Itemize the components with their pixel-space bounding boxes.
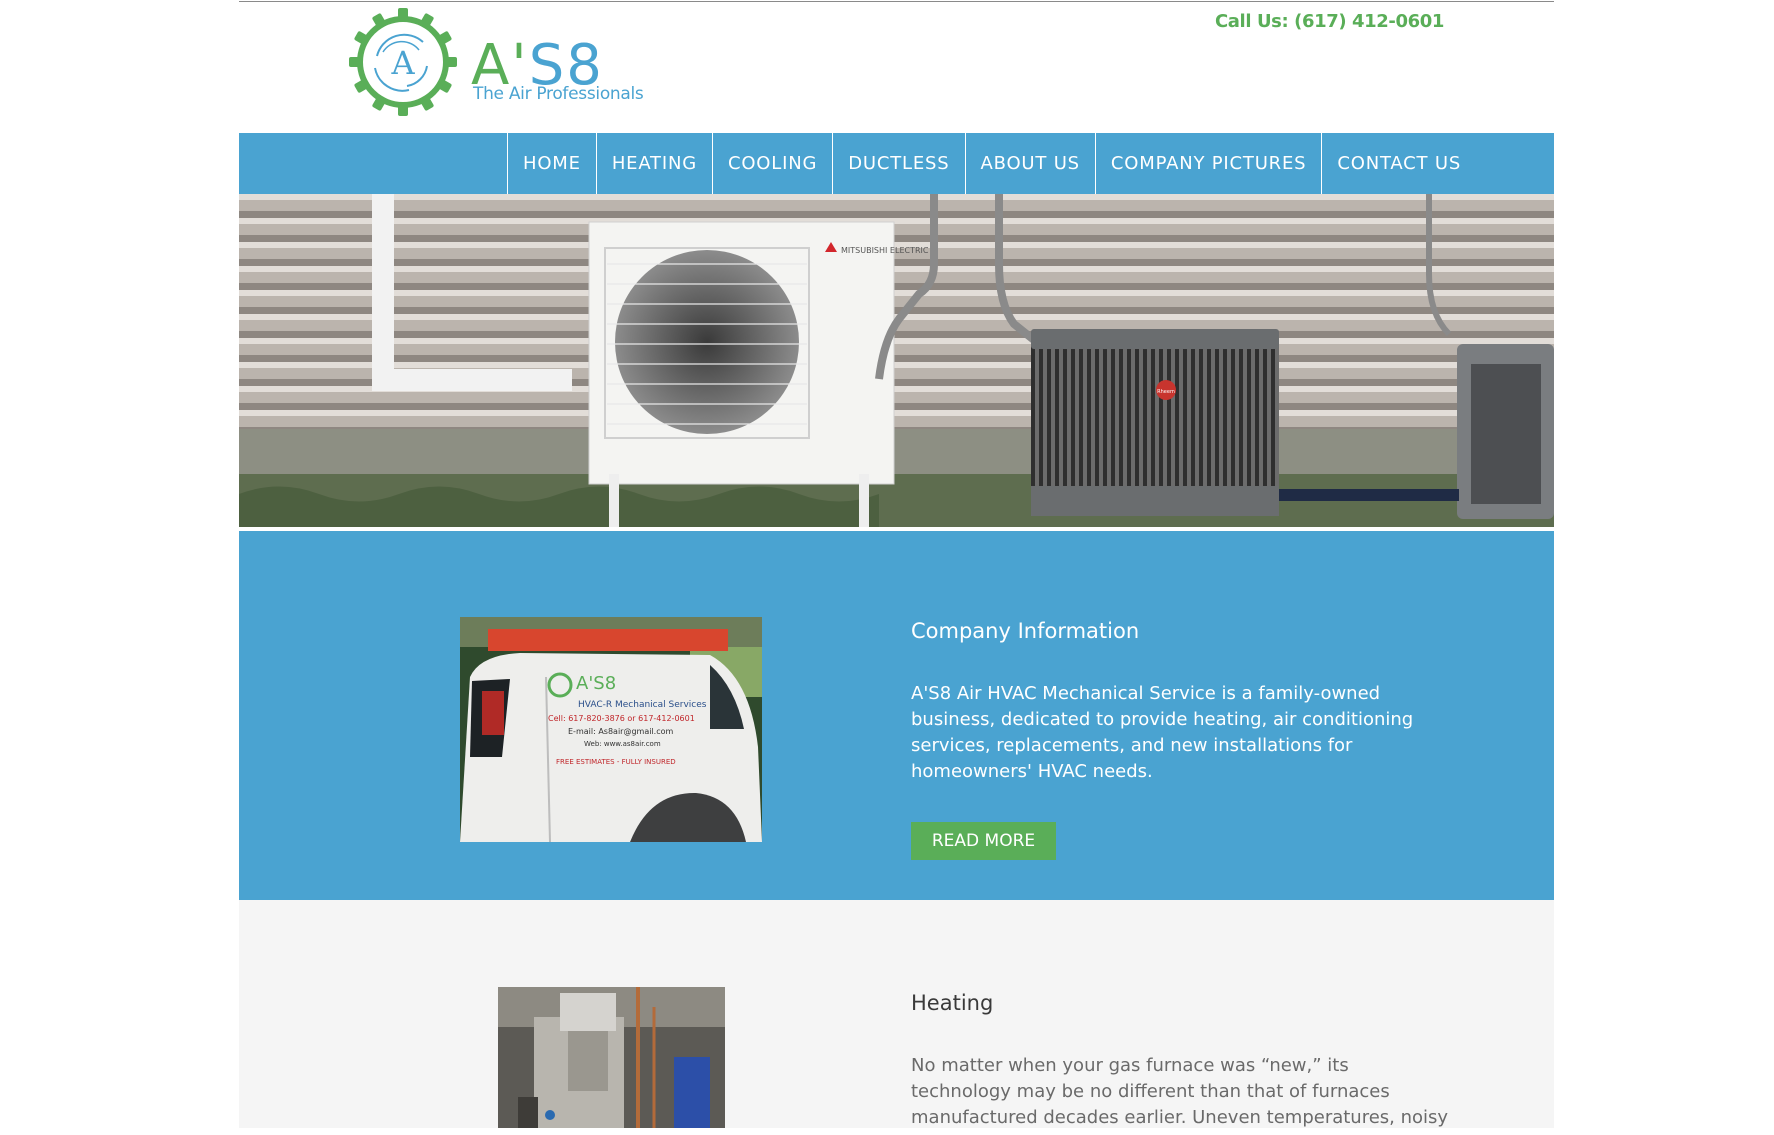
company-van-image: A'S8 HVAC-R Mechanical Services Cell: 61… (460, 617, 762, 842)
nav-item-home[interactable]: HOME (508, 133, 597, 194)
hero-image: MITSUBISHI ELECTRIC Rheem (239, 194, 1554, 529)
gear-logo-icon: A (349, 8, 457, 116)
nav-menu: HOME HEATING COOLING DUCTLESS ABOUT US C… (507, 133, 1476, 194)
nav-item-cooling[interactable]: COOLING (713, 133, 834, 194)
company-info-text: A'S8 Air HVAC Mechanical Service is a fa… (911, 683, 1414, 782)
van-line-2: Cell: 617-820-3876 or 617-412-0601 (548, 714, 695, 723)
van-line-4: Web: www.as8air.com (584, 740, 661, 748)
heating-text: No matter when your gas furnace was “new… (911, 1055, 1449, 1128)
read-more-button[interactable]: READ MORE (911, 822, 1056, 860)
van-line-5: FREE ESTIMATES - FULLY INSURED (556, 758, 676, 766)
logo-mark: A (390, 44, 415, 82)
furnace-image (498, 987, 725, 1128)
nav-item-heating[interactable]: HEATING (597, 133, 713, 194)
van-line-1: HVAC-R Mechanical Services (578, 700, 707, 710)
top-divider (239, 1, 1554, 2)
van-logo-text: A'S8 (576, 673, 616, 694)
phone-number[interactable]: Call Us: (617) 412-0601 (1215, 11, 1444, 32)
rheem-badge: Rheem (1157, 389, 1175, 395)
nav-item-company-pictures[interactable]: COMPANY PICTURES (1096, 133, 1323, 194)
page: A A'S8 The Air Professionals Call Us: (6… (239, 0, 1554, 1128)
logo-tagline: The Air Professionals (473, 84, 644, 104)
nav-item-about-us[interactable]: ABOUT US (966, 133, 1096, 194)
heating-title: Heating (911, 991, 994, 1015)
site-logo[interactable]: A A'S8 The Air Professionals (347, 6, 647, 118)
company-info-section: A'S8 HVAC-R Mechanical Services Cell: 61… (239, 531, 1554, 900)
van-line-3: E-mail: As8air@gmail.com (568, 727, 674, 736)
nav-item-contact-us[interactable]: CONTACT US (1322, 133, 1476, 194)
company-info-title: Company Information (911, 619, 1140, 643)
nav-item-ductless[interactable]: DUCTLESS (833, 133, 966, 194)
main-nav: HOME HEATING COOLING DUCTLESS ABOUT US C… (239, 133, 1554, 194)
heating-section: Heating No matter when your gas furnace … (239, 900, 1554, 1128)
unit-brand-label: MITSUBISHI ELECTRIC (841, 246, 929, 255)
hvac-units-photo: MITSUBISHI ELECTRIC Rheem (239, 194, 1554, 529)
